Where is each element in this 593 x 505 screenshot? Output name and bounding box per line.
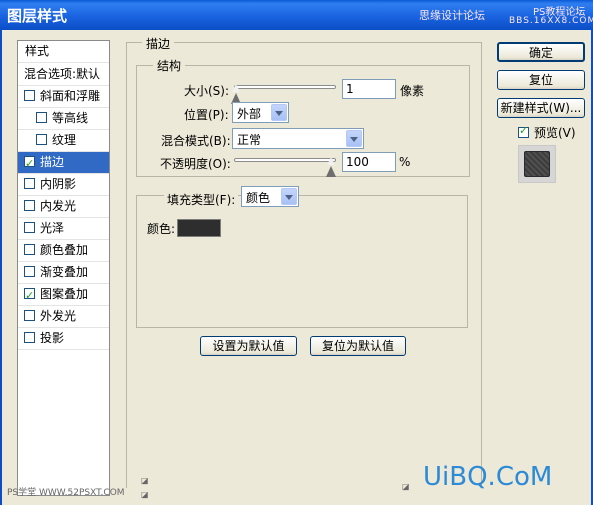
size-label: 大小(S): bbox=[184, 84, 230, 98]
watermark-bottom-right: UiBQ.CoM bbox=[423, 462, 553, 492]
style-list-item[interactable]: 颜色叠加 bbox=[18, 240, 109, 262]
chevron-down-icon[interactable] bbox=[346, 130, 362, 147]
style-list-item-label: 描边 bbox=[40, 155, 65, 169]
checkbox-icon[interactable] bbox=[24, 332, 35, 343]
style-list-item-label: 图案叠加 bbox=[40, 287, 89, 301]
fill-type-select[interactable]: 颜色 bbox=[241, 186, 299, 207]
checkbox-icon[interactable] bbox=[24, 285, 35, 305]
checkbox-icon[interactable] bbox=[24, 200, 35, 211]
style-list-item[interactable]: 等高线 bbox=[18, 108, 109, 130]
style-list-item-label: 颜色叠加 bbox=[40, 243, 89, 257]
style-list-item[interactable]: 纹理 bbox=[18, 130, 109, 152]
watermark-top-url: BBS.16XX8.COM bbox=[509, 16, 593, 26]
style-list-item[interactable]: 内发光 bbox=[18, 196, 109, 218]
style-list-item[interactable]: 渐变叠加 bbox=[18, 262, 109, 284]
stroke-section-title: 描边 bbox=[142, 35, 175, 52]
preview-label: 预览(V) bbox=[534, 126, 576, 140]
watermark-bottom-left: PS学堂 WWW.52PSXT.COM bbox=[7, 488, 125, 498]
style-list-header[interactable]: 样式 bbox=[18, 41, 109, 63]
size-slider-track[interactable] bbox=[234, 85, 336, 89]
corner-mark-icon: ◪ bbox=[402, 482, 410, 491]
blend-mode-select-value: 正常 bbox=[237, 133, 262, 147]
style-list-item[interactable]: 混合选项:默认 bbox=[18, 64, 109, 86]
window-title: 图层样式 bbox=[7, 7, 68, 25]
checkbox-icon[interactable] bbox=[24, 178, 35, 189]
style-list-item-label: 等高线 bbox=[52, 111, 89, 125]
position-label: 位置(P): bbox=[184, 108, 229, 122]
checkbox-icon[interactable] bbox=[36, 112, 47, 123]
title-bar: 图层样式 思缘设计论坛 PS教程论坛 BBS.16XX8.COM bbox=[0, 0, 593, 30]
chevron-down-icon[interactable] bbox=[281, 188, 297, 205]
opacity-input[interactable]: 100 bbox=[342, 152, 396, 172]
size-input[interactable]: 1 bbox=[342, 79, 396, 99]
reset-button[interactable]: 复位 bbox=[497, 70, 585, 90]
size-slider-thumb[interactable] bbox=[230, 82, 241, 104]
fill-type-label: 填充类型(F): bbox=[164, 191, 239, 208]
style-list-item[interactable]: 描边 bbox=[18, 152, 109, 174]
style-list-item-label: 外发光 bbox=[40, 309, 77, 323]
style-list-item-label: 混合选项:默认 bbox=[24, 67, 101, 81]
color-swatch[interactable] bbox=[177, 219, 221, 237]
position-select[interactable]: 外部 bbox=[232, 102, 289, 123]
corner-mark-icon: ◪ bbox=[141, 476, 149, 485]
new-style-button[interactable]: 新建样式(W)... bbox=[497, 98, 585, 118]
style-list-item[interactable]: 光泽 bbox=[18, 218, 109, 240]
style-list-item[interactable]: 内阴影 bbox=[18, 174, 109, 196]
checkbox-icon[interactable] bbox=[24, 310, 35, 321]
style-list-item[interactable]: 外发光 bbox=[18, 306, 109, 328]
checkbox-icon[interactable] bbox=[518, 124, 529, 138]
style-list-item-label: 光泽 bbox=[40, 221, 65, 235]
size-unit: 像素 bbox=[400, 84, 425, 98]
opacity-slider-track[interactable] bbox=[234, 158, 336, 162]
structure-title: 结构 bbox=[153, 57, 186, 74]
layer-style-dialog: 样式 混合选项:默认斜面和浮雕等高线纹理描边内阴影内发光光泽颜色叠加渐变叠加图案… bbox=[0, 30, 593, 505]
watermark-top: 思缘设计论坛 bbox=[419, 9, 485, 22]
checkbox-icon[interactable] bbox=[24, 222, 35, 233]
preview-frame bbox=[518, 145, 556, 183]
reset-default-button[interactable]: 复位为默认值 bbox=[310, 336, 406, 356]
color-label: 颜色: bbox=[147, 222, 176, 236]
blend-mode-label: 混合模式(B): bbox=[161, 134, 231, 148]
checkbox-icon[interactable] bbox=[24, 90, 35, 101]
style-list-item-label: 内发光 bbox=[40, 199, 77, 213]
style-list-item[interactable]: 斜面和浮雕 bbox=[18, 86, 109, 108]
style-list-item-label: 纹理 bbox=[52, 133, 77, 147]
fill-type-select-value: 颜色 bbox=[246, 191, 271, 205]
style-list-item-label: 渐变叠加 bbox=[40, 265, 89, 279]
preview-checkbox[interactable]: 预览(V) bbox=[518, 124, 576, 141]
opacity-label: 不透明度(O): bbox=[160, 157, 231, 171]
style-list-item[interactable]: 图案叠加 bbox=[18, 284, 109, 306]
style-list-item-label: 投影 bbox=[40, 331, 65, 345]
blend-mode-select[interactable]: 正常 bbox=[232, 128, 364, 149]
checkbox-icon[interactable] bbox=[24, 266, 35, 277]
ok-button[interactable]: 确定 bbox=[497, 42, 585, 62]
position-select-value: 外部 bbox=[237, 107, 262, 121]
preview-pattern-square bbox=[524, 151, 550, 177]
style-list: 样式 混合选项:默认斜面和浮雕等高线纹理描边内阴影内发光光泽颜色叠加渐变叠加图案… bbox=[17, 40, 110, 496]
opacity-slider-thumb[interactable] bbox=[326, 155, 336, 177]
opacity-unit: % bbox=[399, 155, 411, 169]
chevron-down-icon[interactable] bbox=[271, 104, 287, 121]
style-list-item-label: 斜面和浮雕 bbox=[40, 89, 101, 103]
corner-mark-icon: ◪ bbox=[141, 490, 149, 499]
checkbox-icon[interactable] bbox=[36, 134, 47, 145]
checkbox-icon[interactable] bbox=[24, 244, 35, 255]
checkbox-icon[interactable] bbox=[24, 153, 35, 173]
set-default-button[interactable]: 设置为默认值 bbox=[200, 336, 297, 356]
style-list-item-label: 内阴影 bbox=[40, 177, 77, 191]
fill-type-group bbox=[136, 195, 468, 328]
style-list-item[interactable]: 投影 bbox=[18, 328, 109, 350]
